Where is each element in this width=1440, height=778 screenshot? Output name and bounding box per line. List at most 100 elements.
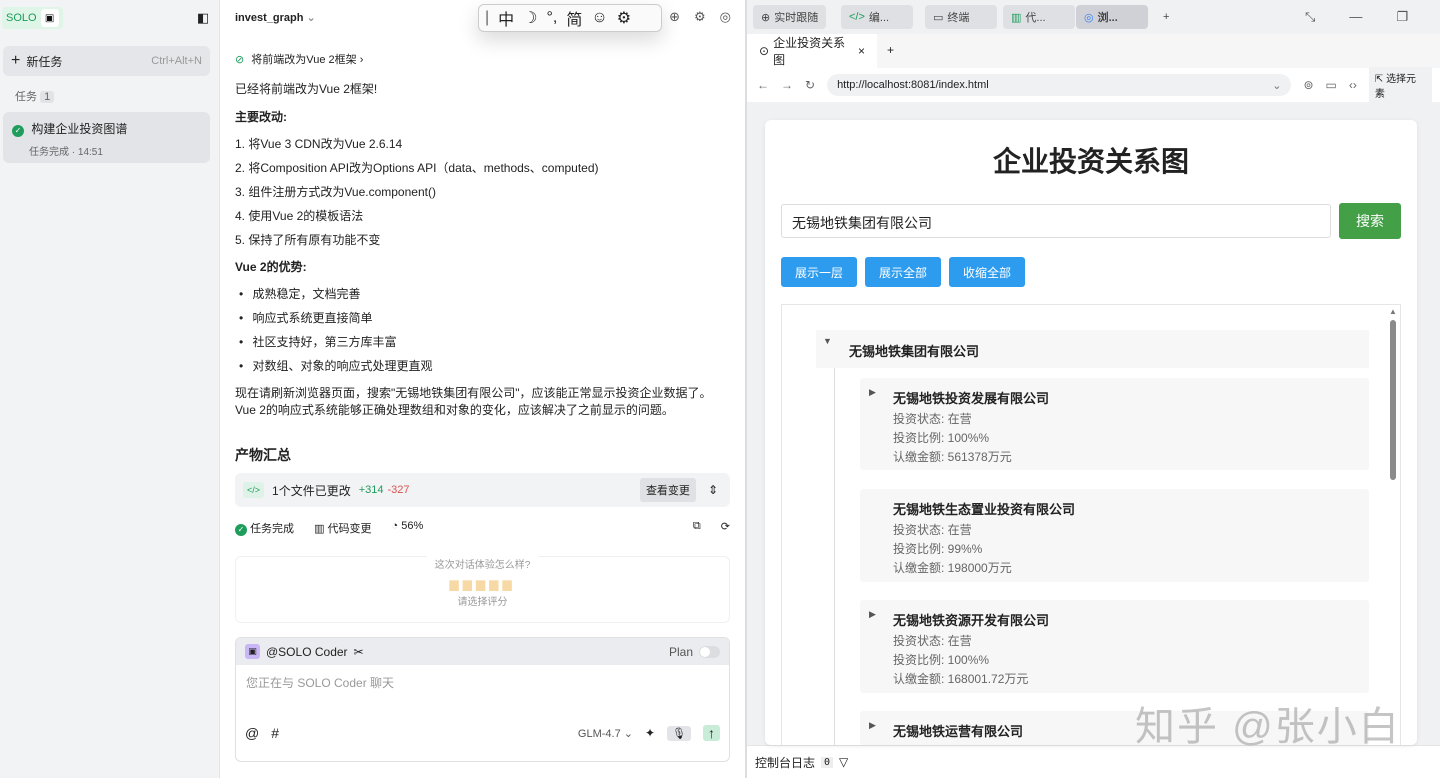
company-name: 无锡地铁资源开发有限公司 [893, 613, 1050, 628]
tasks-count: 1 [40, 91, 55, 103]
view-changes-button[interactable]: 查看变更 [639, 478, 696, 502]
advantages-title: Vue 2的优势: [235, 260, 307, 274]
changes-title: 主要改动: [235, 110, 287, 124]
plan-toggle[interactable] [699, 645, 720, 658]
step-item[interactable]: ⊘ 将前端改为Vue 2框架 › [235, 51, 363, 67]
caret-right-icon[interactable]: ▶ [869, 609, 876, 620]
chat-input[interactable]: 您正在与 SOLO Coder 聊天 [236, 665, 729, 725]
plus-icon: + [11, 52, 21, 69]
simplified-toggle[interactable]: 简 [566, 6, 582, 30]
scrollbar-thumb[interactable] [1390, 320, 1396, 480]
ime-lang-toggle[interactable]: 中 [498, 6, 514, 30]
select-element-label: 选择元素 [1374, 74, 1417, 100]
agent-label[interactable]: @SOLO Coder [266, 645, 348, 659]
add-tab-button[interactable]: + [1155, 5, 1177, 29]
toggle-sidebar-icon[interactable]: ◧ [197, 10, 209, 26]
code-changes-link[interactable]: 代码变更 [328, 523, 372, 535]
url-input[interactable]: http://localhost:8081/index.html ⌄ [827, 74, 1292, 96]
send-button[interactable]: ↑ [703, 725, 720, 741]
check-icon: ✓ [235, 524, 247, 536]
console-label[interactable]: 控制台日志 [755, 754, 815, 771]
refresh-icon[interactable]: ⟳ [721, 520, 730, 536]
tree-node[interactable]: ▶ 无锡地铁投资发展有限公司 投资状态: 在营 投资比例: 100%% 认缴金额: 56… [860, 378, 1369, 470]
ime-toolbar: | 中 ☽ °, 简 ☺ ⚙ [478, 4, 662, 32]
address-bar-row: ← → ↻ http://localhost:8081/index.html ⌄ ⊚ ▭… [747, 67, 1440, 103]
tree-root[interactable]: ▼ 无锡地铁集团有限公司 [816, 330, 1369, 368]
show-all-button[interactable]: 展示全部 [865, 257, 941, 287]
tree-node[interactable]: 无锡地铁生态置业投资有限公司 投资状态: 在营 投资比例: 99%% 认缴金额: 19… [860, 489, 1369, 582]
close-tab-icon[interactable]: × [858, 44, 865, 58]
minimize-icon[interactable]: — [1349, 9, 1362, 25]
context-progress: 56% [401, 520, 424, 532]
caret-right-icon[interactable]: ▶ [869, 387, 876, 398]
invest-status: 投资状态: 在营 [893, 523, 972, 537]
rating-cups[interactable]: ▆▆▆▆▆ [236, 577, 729, 591]
account-icon[interactable]: ◎ [720, 9, 731, 25]
caret-right-icon[interactable]: ▶ [869, 720, 876, 731]
mic-icon[interactable]: 🎙 [667, 725, 691, 741]
advantage-item: 成熟稳定，文档完善 [252, 287, 361, 301]
model-name: GLM-4.7 [577, 727, 621, 740]
restore-icon[interactable]: ❐ [1396, 9, 1408, 25]
company-search-input[interactable]: 无锡地铁集团有限公司 [781, 204, 1331, 238]
tab-label: 实时跟随 [774, 12, 819, 24]
tree-node[interactable]: ▶ 无锡地铁资源开发有限公司 投资状态: 在营 投资比例: 100%% 认缴金额: 16… [860, 600, 1369, 693]
settings-icon[interactable]: ⚙ [694, 9, 706, 25]
show-one-level-button[interactable]: 展示一层 [781, 257, 857, 287]
new-tab-icon[interactable]: + [887, 43, 894, 57]
globe-icon: ⊙ [759, 44, 770, 58]
copy-icon[interactable]: ⧉ [693, 520, 701, 536]
new-task-button[interactable]: + 新任务 Ctrl+Alt+N [3, 46, 210, 76]
page-title: 企业投资关系图 [992, 146, 1189, 177]
invest-amount: 认缴金额: 198000万元 [893, 561, 1012, 575]
device-icon[interactable]: ▭ [1326, 78, 1337, 92]
status-done: 任务完成 [250, 523, 295, 535]
collapse-all-button[interactable]: 收缩全部 [949, 257, 1025, 287]
tab-code[interactable]: ▥ 代... [1003, 5, 1075, 29]
tab-terminal[interactable]: ▭ 终端 [925, 5, 997, 29]
status-row: ✓ 任务完成 ▥ 代码变更 ◔ 56% ⧉ ⟳ [235, 520, 730, 536]
drag-handle[interactable]: | [485, 9, 489, 27]
new-task-label: 新任务 [26, 54, 63, 69]
task-item[interactable]: ✓ 构建企业投资图谱 任务完成 · 14:51 [3, 112, 210, 163]
check-icon: ✓ [12, 125, 24, 137]
add-icon[interactable]: ⊕ [669, 9, 680, 25]
reload-icon[interactable]: ↻ [805, 78, 815, 92]
caret-down-icon[interactable]: ▼ [823, 336, 832, 346]
punctuation-icon[interactable]: °, [547, 9, 558, 27]
emoji-icon[interactable]: ☺ [591, 9, 607, 27]
hash-icon[interactable]: # [271, 725, 279, 741]
tab-live-follow[interactable]: ⊕ 实时跟随 [753, 5, 827, 29]
devtools-icon[interactable]: ‹› [1349, 78, 1357, 92]
chevron-down-icon[interactable]: ⌄ [1272, 79, 1281, 92]
moon-icon[interactable]: ☽ [523, 8, 537, 28]
project-selector[interactable]: invest_graph ⌄ [235, 11, 316, 24]
invest-status: 投资状态: 在营 [893, 634, 972, 648]
terminal-icon: ▭ [933, 11, 944, 24]
advantage-item: 对数组、对象的响应式处理更直观 [252, 359, 433, 373]
model-selector[interactable]: GLM-4.7 ⌄ [578, 727, 633, 740]
plan-label: Plan [668, 644, 693, 659]
back-icon[interactable]: ← [757, 78, 769, 92]
tab-label: 终端 [947, 12, 970, 24]
mention-icon[interactable]: @ [245, 725, 259, 741]
code-changes-icon: ▥ [314, 523, 325, 535]
tab-editor[interactable]: </> 编... [841, 5, 913, 29]
search-button[interactable]: 搜索 [1339, 203, 1401, 239]
watermark: 知乎 @张小白 [1135, 705, 1401, 749]
select-element-button[interactable]: ⇱ 选择元素 [1368, 67, 1432, 103]
change-item: 3. 组件注册方式改为Vue.component() [235, 185, 436, 199]
scroll-up-icon[interactable]: ▲ [1389, 307, 1397, 316]
compass-icon[interactable]: ⊚ [1303, 78, 1313, 92]
gear-icon[interactable]: ⚙ [617, 8, 631, 28]
browser-tab[interactable]: ⊙ 企业投资关系图 × [747, 34, 877, 68]
bot-icon: ▣ [40, 9, 59, 27]
bot-icon: ▣ [245, 644, 260, 659]
expand-icon[interactable]: ⇕ [708, 483, 718, 497]
collapse-icon[interactable]: ⤡ [1305, 9, 1315, 25]
advantage-item: 响应式系统更直接简单 [252, 311, 373, 325]
sparkle-icon[interactable]: ✦ [645, 726, 655, 740]
forward-icon[interactable]: → [781, 78, 793, 92]
tab-browser[interactable]: ◎ 浏... [1076, 5, 1148, 29]
filter-icon[interactable]: ▽ [839, 755, 848, 769]
